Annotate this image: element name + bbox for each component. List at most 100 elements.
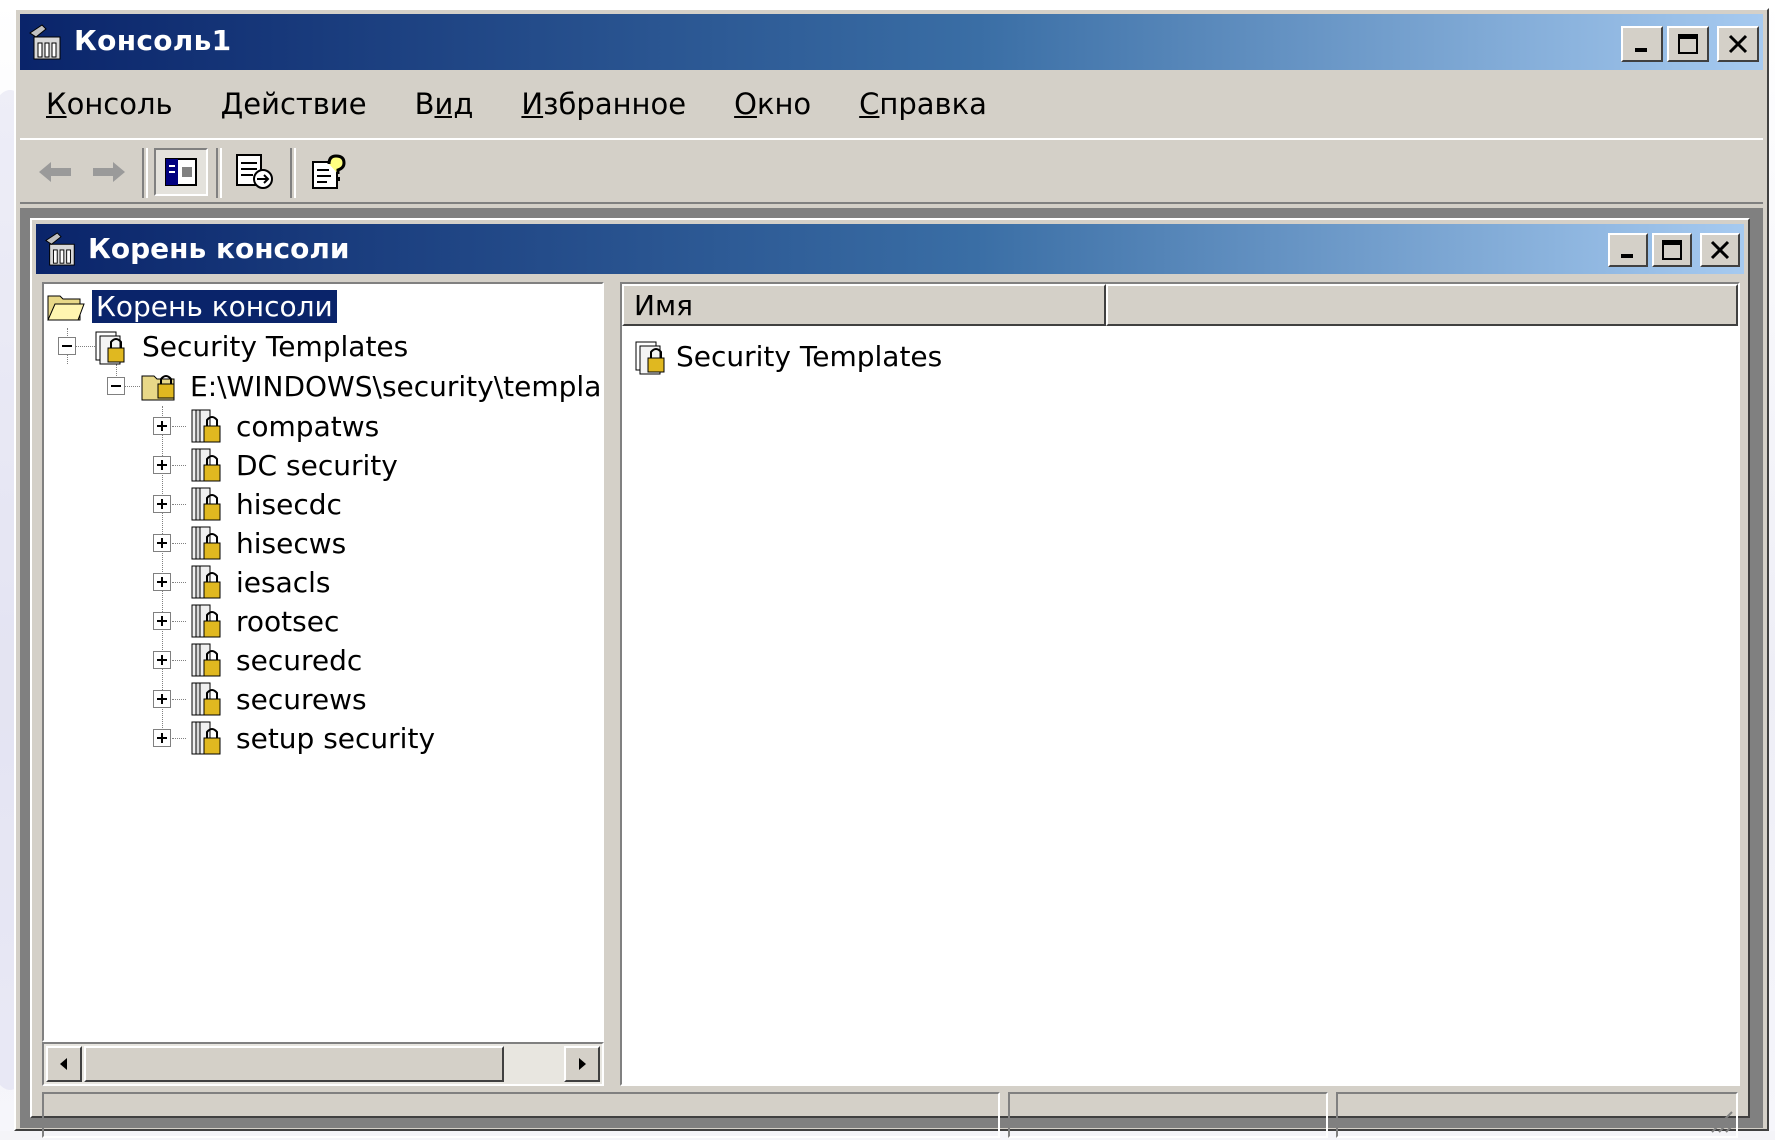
security-template-icon [191, 487, 221, 521]
title-bar[interactable]: Консоль1 [20, 14, 1763, 70]
resize-grip-icon [1711, 1111, 1733, 1133]
tree-label: rootsec [236, 604, 340, 638]
tree-label: securedc [236, 643, 363, 677]
child-close-button[interactable] [1700, 233, 1740, 267]
security-templates-icon [95, 331, 125, 365]
console-tree[interactable]: Корень консоли Security Templates E:\WIN… [42, 282, 604, 1042]
back-arrow-icon [39, 162, 71, 182]
expand-toggle[interactable] [153, 456, 171, 474]
maximize-button[interactable] [1667, 26, 1709, 62]
mmc-console-icon [45, 232, 75, 266]
tree-label: Security Templates [142, 329, 409, 363]
list-header: Имя [622, 284, 1738, 326]
tree-horizontal-scrollbar[interactable] [42, 1042, 604, 1086]
status-pane-3 [1336, 1092, 1738, 1138]
column-header-blank[interactable] [1106, 284, 1738, 326]
tree-label: hisecws [236, 526, 347, 560]
forward-button[interactable] [82, 148, 136, 196]
locked-folder-icon [141, 375, 175, 401]
help-icon [312, 154, 346, 189]
child-minimize-button[interactable] [1608, 233, 1648, 267]
status-bar [42, 1092, 1738, 1140]
minimize-icon [1635, 48, 1647, 52]
menu-view[interactable]: Вид [411, 85, 478, 123]
help-button[interactable] [302, 148, 356, 196]
status-pane-main [42, 1092, 1000, 1138]
maximize-icon [1662, 240, 1682, 260]
tree-label: DC security [236, 448, 398, 482]
tree-node-template[interactable]: securews [186, 679, 371, 719]
show-hide-tree-button[interactable] [154, 148, 208, 196]
tree-node-template[interactable]: iesacls [186, 562, 335, 602]
menu-favorites[interactable]: Избранное [517, 85, 690, 123]
status-pane-2 [1008, 1092, 1328, 1138]
minimize-button[interactable] [1621, 26, 1663, 62]
tree-node-template[interactable]: hisecdc [186, 484, 346, 524]
tree-label: E:\WINDOWS\security\templa [190, 369, 602, 403]
expand-toggle[interactable] [153, 417, 171, 435]
security-template-icon [191, 409, 221, 443]
close-button[interactable] [1717, 26, 1759, 62]
child-maximize-button[interactable] [1652, 233, 1692, 267]
export-list-icon [236, 154, 273, 189]
tree-label: hisecdc [236, 487, 342, 521]
collapse-toggle[interactable] [58, 337, 76, 355]
window-title: Консоль1 [74, 24, 232, 57]
toolbar [20, 138, 1763, 204]
tree-node-template[interactable]: setup security [186, 718, 439, 758]
scroll-left-button[interactable] [46, 1046, 82, 1082]
console-root-window: Корень консоли Корень консоли Security T… [30, 218, 1750, 1138]
tree-node-template[interactable]: compatws [186, 406, 383, 446]
scroll-right-button[interactable] [564, 1046, 600, 1082]
expand-toggle[interactable] [153, 651, 171, 669]
security-template-icon [191, 682, 221, 716]
menu-action[interactable]: Действие [217, 85, 371, 123]
result-list[interactable]: Имя Security Templates [620, 282, 1740, 1086]
expand-toggle[interactable] [153, 573, 171, 591]
mdi-client-area: Корень консоли Корень консоли Security T… [20, 208, 1763, 1138]
arrow-left-icon [60, 1058, 67, 1070]
expand-toggle[interactable] [153, 690, 171, 708]
maximize-icon [1678, 34, 1698, 54]
tree-node-security-templates[interactable]: Security Templates [92, 326, 412, 366]
tree-node-template[interactable]: securedc [186, 640, 366, 680]
list-item-label: Security Templates [676, 339, 943, 373]
menu-console[interactable]: Консоль [42, 85, 177, 123]
list-item[interactable]: Security Templates [632, 336, 942, 376]
forward-arrow-icon [93, 162, 125, 182]
security-template-icon [191, 448, 221, 482]
tree-label: securews [236, 682, 367, 716]
console-window: Консоль1 Консоль Действие Вид Избранное … [14, 8, 1769, 1138]
menu-help[interactable]: Справка [855, 85, 991, 123]
tree-node-templates-path[interactable]: E:\WINDOWS\security\templa [140, 366, 602, 406]
show-hide-tree-icon [165, 158, 197, 186]
expand-toggle[interactable] [153, 729, 171, 747]
tree-node-template[interactable]: rootsec [186, 601, 343, 641]
minimize-icon [1621, 254, 1633, 258]
expand-toggle[interactable] [153, 534, 171, 552]
close-icon [1710, 240, 1730, 260]
expand-toggle[interactable] [153, 495, 171, 513]
security-template-icon [191, 721, 221, 755]
menu-window[interactable]: Окно [730, 85, 815, 123]
tree-label: iesacls [236, 565, 331, 599]
mmc-console-icon [29, 24, 61, 60]
tree-label: compatws [236, 409, 380, 443]
arrow-right-icon [579, 1058, 586, 1070]
expand-toggle[interactable] [153, 612, 171, 630]
tree-label: Корень консоли [91, 288, 338, 324]
back-button[interactable] [28, 148, 82, 196]
tree-label: setup security [236, 721, 436, 755]
tree-node-template[interactable]: hisecws [186, 523, 350, 563]
child-window-title: Корень консоли [88, 232, 350, 265]
scroll-thumb[interactable] [84, 1046, 504, 1082]
security-template-icon [191, 565, 221, 599]
collapse-toggle[interactable] [107, 377, 125, 395]
security-template-icon [191, 643, 221, 677]
tree-node-template[interactable]: DC security [186, 445, 402, 485]
column-header-name[interactable]: Имя [622, 284, 1106, 326]
security-template-icon [191, 604, 221, 638]
export-list-button[interactable] [228, 148, 282, 196]
child-title-bar[interactable]: Корень консоли [36, 224, 1744, 274]
tree-node-console-root[interactable]: Корень консоли [46, 286, 338, 326]
